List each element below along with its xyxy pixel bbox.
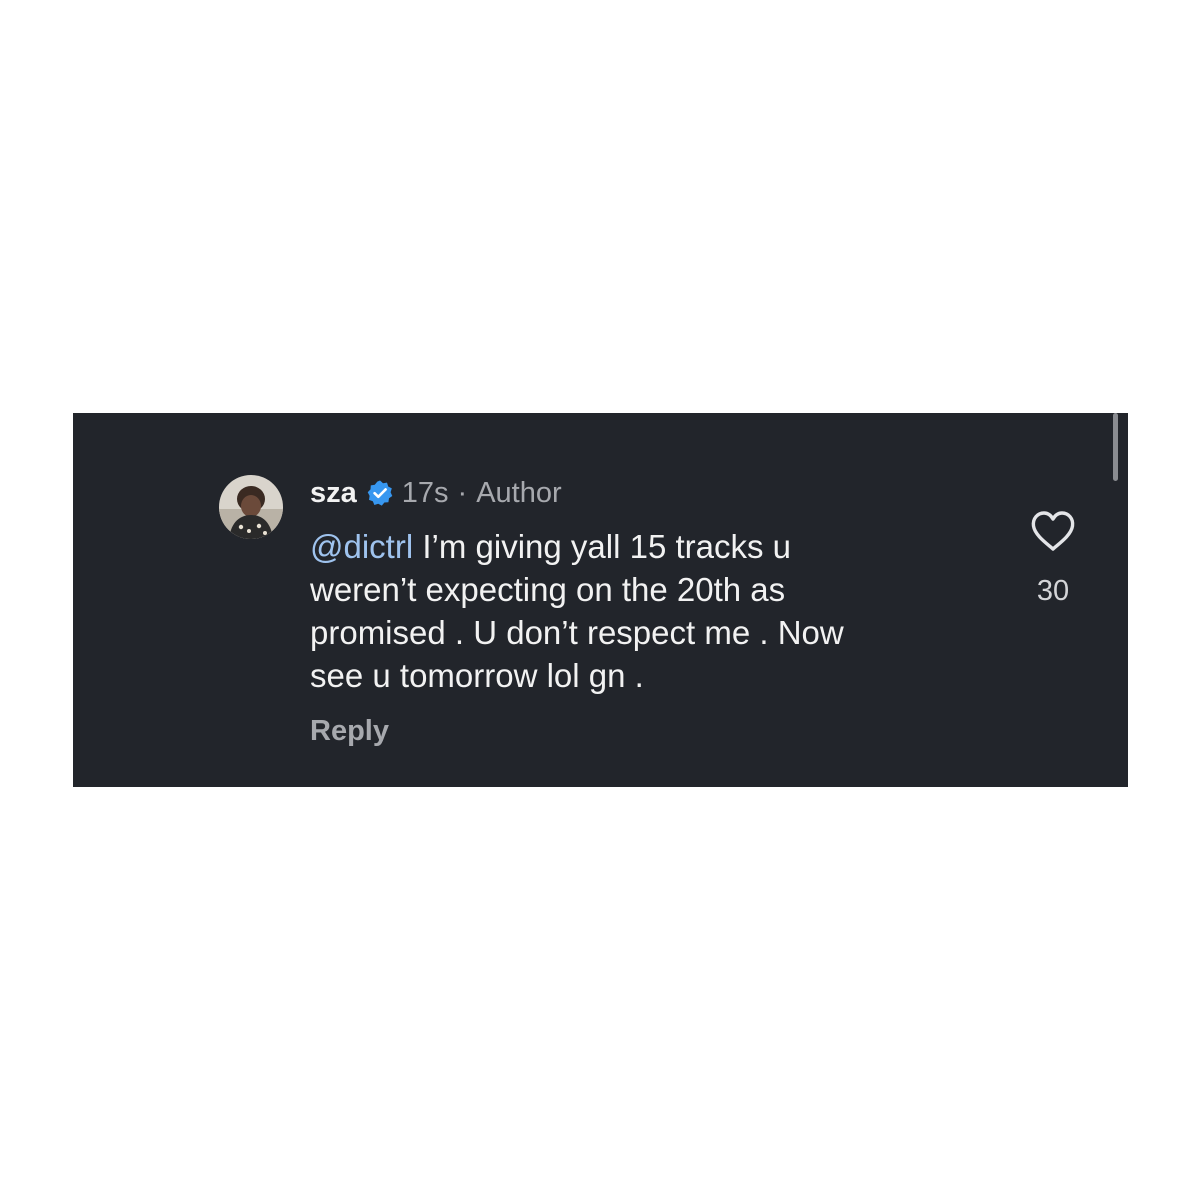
comment-line-1: I’m giving yall 15 tracks u xyxy=(413,528,791,565)
comment-line-3: promised . U don’t respect me . Now xyxy=(310,614,844,651)
reply-button[interactable]: Reply xyxy=(310,715,389,748)
comment-panel: sza 17s · Author @dictrl I’m giving yall… xyxy=(73,413,1128,787)
comment-line-4: see u tomorrow lol gn . xyxy=(310,657,644,694)
verified-badge-icon xyxy=(366,479,394,507)
heart-icon[interactable] xyxy=(1029,509,1077,553)
scrollbar[interactable] xyxy=(1113,413,1118,481)
username[interactable]: sza xyxy=(310,477,357,510)
separator-dot: · xyxy=(457,476,468,509)
timestamp: 17s xyxy=(401,476,449,509)
comment-header: sza 17s · Author xyxy=(310,473,562,513)
comment-line-2: weren’t expecting on the 20th as xyxy=(310,571,786,608)
avatar[interactable] xyxy=(219,475,283,539)
like-count: 30 xyxy=(1036,575,1070,607)
author-label: Author xyxy=(476,476,562,509)
mention-link[interactable]: @dictrl xyxy=(310,528,413,565)
comment-text: @dictrl I’m giving yall 15 tracks u weren… xyxy=(310,525,1010,697)
